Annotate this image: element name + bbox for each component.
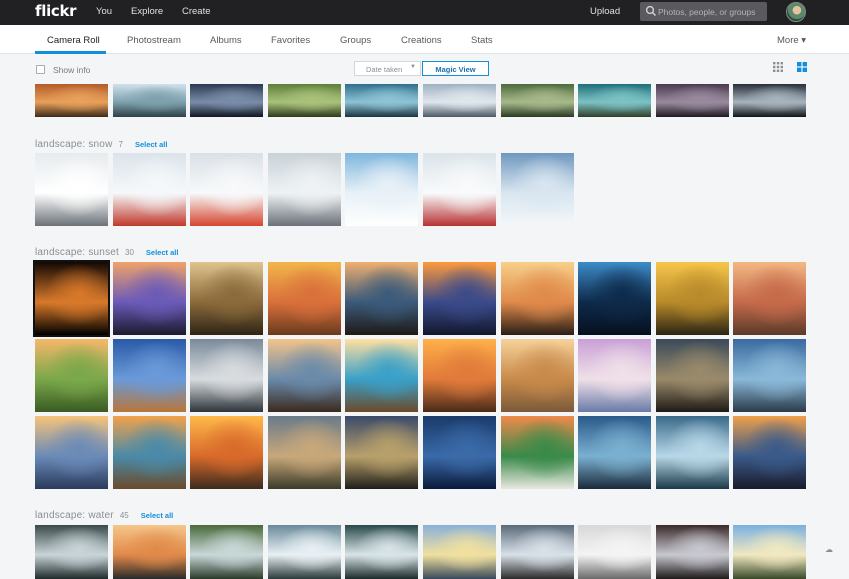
photo-thumbnail[interactable]	[655, 262, 729, 335]
photo-thumbnail[interactable]	[267, 339, 341, 412]
section-header-sunset: landscape: sunset 30 Select all	[35, 247, 178, 259]
photo-thumbnail[interactable]	[112, 262, 186, 335]
nav-create[interactable]: Create	[182, 6, 211, 17]
tab-creations[interactable]: Creations	[401, 35, 442, 46]
tab-stats[interactable]: Stats	[471, 35, 493, 46]
avatar[interactable]	[786, 2, 806, 22]
photo-thumbnail[interactable]	[345, 262, 419, 335]
photo-thumbnail[interactable]	[112, 416, 186, 489]
section-title: landscape: sunset	[35, 247, 120, 258]
photo-thumbnail[interactable]	[112, 525, 186, 579]
search-box[interactable]	[640, 2, 767, 21]
photo-thumbnail[interactable]	[35, 84, 108, 117]
select-all-link[interactable]: Select all	[146, 248, 179, 257]
section-count: 30	[125, 248, 134, 257]
photo-thumbnail[interactable]	[35, 416, 108, 489]
sub-navigation: Camera Roll Photostream Albums Favorites…	[0, 25, 849, 54]
photo-thumbnail[interactable]	[655, 416, 729, 489]
magic-view-button[interactable]: Magic View	[422, 61, 489, 76]
photo-thumbnail[interactable]	[190, 262, 264, 335]
photo-thumbnail[interactable]	[345, 525, 419, 579]
photo-thumbnail[interactable]	[500, 262, 574, 335]
photo-thumbnail[interactable]	[500, 339, 574, 412]
photo-thumbnail[interactable]	[578, 416, 652, 489]
photo-thumbnail[interactable]	[267, 525, 341, 579]
grid-view-icon[interactable]	[773, 62, 783, 72]
photo-thumbnail[interactable]	[655, 84, 729, 117]
photo-thumbnail[interactable]	[500, 153, 574, 226]
tab-photostream[interactable]: Photostream	[127, 35, 181, 46]
photo-thumbnail[interactable]	[35, 153, 108, 226]
photo-thumbnail[interactable]	[423, 84, 496, 117]
photo-thumbnail[interactable]	[655, 525, 729, 579]
photo-thumbnail[interactable]	[345, 84, 419, 117]
photo-thumbnail[interactable]	[267, 84, 341, 117]
photo-thumbnail[interactable]	[112, 153, 186, 226]
photo-thumbnail[interactable]	[267, 416, 341, 489]
photo-thumbnail[interactable]	[345, 339, 419, 412]
magic-view-icon[interactable]	[797, 62, 807, 72]
active-tab-indicator	[35, 51, 106, 54]
tab-camera-roll[interactable]: Camera Roll	[47, 35, 100, 46]
photo-thumbnail[interactable]	[423, 153, 496, 226]
sort-dropdown[interactable]: Date taken ▼	[354, 61, 421, 76]
photo-thumbnail[interactable]	[423, 416, 496, 489]
photo-thumbnail[interactable]	[733, 525, 807, 579]
tab-groups[interactable]: Groups	[340, 35, 371, 46]
photo-thumbnail[interactable]	[578, 262, 652, 335]
photo-thumbnail[interactable]	[500, 84, 574, 117]
section-title: landscape: water	[35, 510, 114, 521]
photo-thumbnail[interactable]	[578, 84, 652, 117]
photo-thumbnail[interactable]	[190, 339, 264, 412]
photo-thumbnail[interactable]	[733, 339, 807, 412]
cloud-icon[interactable]: ☁	[825, 545, 833, 554]
photo-thumbnail[interactable]	[345, 153, 419, 226]
photo-thumbnail[interactable]	[112, 339, 186, 412]
photo-thumbnail[interactable]	[267, 262, 341, 335]
select-all-link[interactable]: Select all	[141, 511, 174, 520]
photo-thumbnail[interactable]	[423, 339, 496, 412]
upload-link[interactable]: Upload	[590, 6, 620, 17]
sort-label: Date taken	[366, 65, 403, 74]
section-count: 7	[118, 140, 123, 149]
photo-thumbnail[interactable]	[112, 84, 186, 117]
photo-thumbnail[interactable]	[423, 262, 496, 335]
photo-thumbnail[interactable]	[190, 153, 264, 226]
photo-thumbnail[interactable]	[190, 525, 264, 579]
section-title: landscape: snow	[35, 139, 113, 150]
photo-thumbnail[interactable]	[190, 84, 264, 117]
photo-thumbnail[interactable]	[733, 84, 807, 117]
photo-thumbnail[interactable]	[267, 153, 341, 226]
nav-explore[interactable]: Explore	[131, 6, 163, 17]
select-all-link[interactable]: Select all	[135, 140, 168, 149]
photo-thumbnail[interactable]	[578, 525, 652, 579]
photo-thumbnail[interactable]	[33, 260, 110, 337]
tab-albums[interactable]: Albums	[210, 35, 242, 46]
photo-thumbnail[interactable]	[500, 416, 574, 489]
chevron-down-icon: ▼	[410, 64, 416, 70]
photo-thumbnail[interactable]	[190, 416, 264, 489]
photo-thumbnail[interactable]	[500, 525, 574, 579]
photo-thumbnail[interactable]	[35, 525, 108, 579]
photo-thumbnail[interactable]	[35, 339, 108, 412]
section-header-snow: landscape: snow 7 Select all	[35, 139, 167, 151]
photo-thumbnail[interactable]	[733, 416, 807, 489]
tab-favorites[interactable]: Favorites	[271, 35, 310, 46]
top-bar: flickr You Explore Create Upload	[0, 0, 849, 25]
photo-thumbnail[interactable]	[655, 339, 729, 412]
photo-thumbnail[interactable]	[578, 339, 652, 412]
section-header-water: landscape: water 45 Select all	[35, 510, 173, 522]
more-menu[interactable]: More ▾	[777, 35, 806, 46]
show-info-label[interactable]: Show info	[53, 65, 90, 75]
search-input[interactable]	[658, 4, 764, 19]
photo-thumbnail[interactable]	[733, 262, 807, 335]
nav-you[interactable]: You	[96, 6, 112, 17]
photo-thumbnail[interactable]	[423, 525, 496, 579]
search-icon	[645, 5, 657, 17]
photo-thumbnail[interactable]	[345, 416, 419, 489]
show-info-checkbox[interactable]	[36, 65, 45, 74]
flickr-logo[interactable]: flickr	[35, 2, 77, 20]
section-count: 45	[119, 511, 129, 520]
